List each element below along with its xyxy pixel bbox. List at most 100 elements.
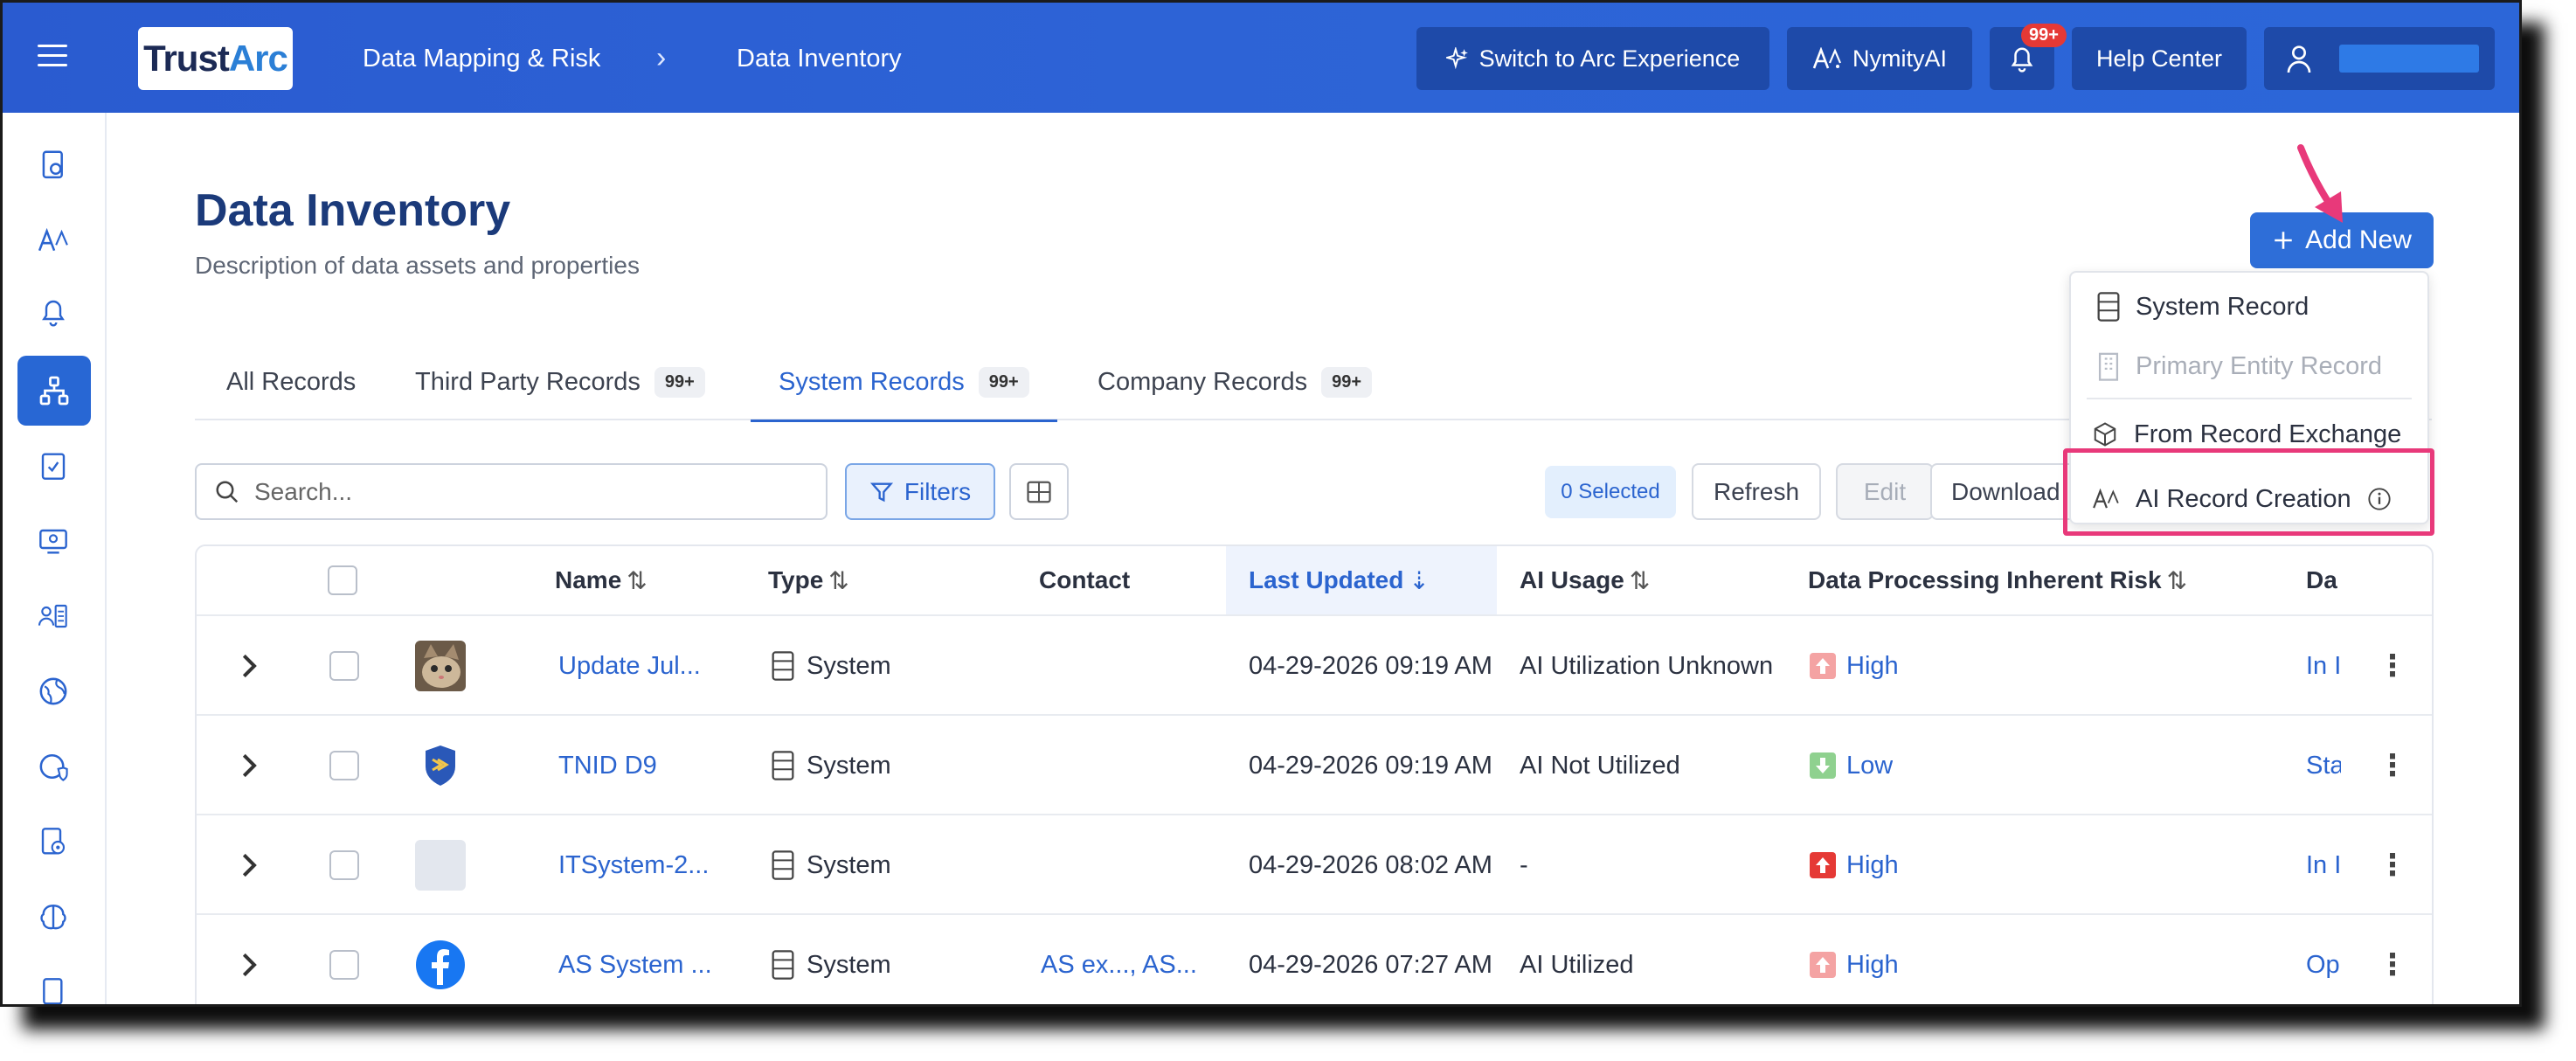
expand-chevron-icon[interactable] [240,616,260,716]
record-contact[interactable] [1041,616,1215,716]
tab-count-badge: 99+ [978,366,1029,398]
cube-icon [2094,422,2116,447]
search-box [195,463,828,520]
column-header-ai-usage[interactable]: AI Usage ⇅ [1520,546,1650,614]
menu-item-system-record[interactable]: System Record [2071,276,2427,337]
row-checkbox-cell [329,716,359,815]
dashboard-icon[interactable] [36,148,71,183]
page-subtitle: Description of data assets and propertie… [195,252,640,279]
building-icon [2098,352,2119,381]
column-header-label: Last Updated [1249,566,1404,593]
column-header-contact[interactable]: Contact [1039,546,1130,614]
globe-privacy-icon[interactable] [36,674,71,709]
filter-icon [869,482,893,502]
select-all-checkbox-cell [328,546,357,614]
column-header-last-updated[interactable]: Last Updated ⇣ [1226,546,1497,614]
row-actions-kebab-icon[interactable]: ⋮ [2378,616,2407,716]
record-name-link[interactable]: AS System ... [558,915,724,1004]
globe-shield-icon[interactable] [36,749,71,784]
tab-system-records[interactable]: System Records 99+ [751,343,1057,422]
tab-label: Company Records [1098,367,1308,396]
table-row[interactable]: AS System ... System AS ex..., AS... 04-… [197,913,2432,1004]
risk-low-icon [1810,752,1836,779]
record-contact[interactable]: AS ex..., AS... [1041,915,1215,1004]
record-type: System [772,915,891,1004]
user-profile-button[interactable] [2264,27,2495,90]
table-row[interactable]: Update Jul... System 04-29-2026 09:19 AM… [197,614,2432,714]
nymity-ai-icon [1812,47,1842,69]
record-contact[interactable] [1041,815,1215,915]
column-settings-button[interactable] [1009,463,1069,520]
data-mapping-icon[interactable] [17,356,91,426]
record-contact[interactable] [1041,716,1215,815]
tab-company-records[interactable]: Company Records 99+ [1098,343,1373,420]
row-actions-kebab-icon[interactable]: ⋮ [2378,716,2407,815]
search-icon [216,481,239,503]
record-name-link[interactable]: Update Jul... [558,616,724,716]
row-checkbox[interactable] [329,850,359,880]
record-avatar [415,716,466,815]
document-settings-icon[interactable] [36,824,71,859]
cat-photo-avatar [415,641,466,691]
nymity-ai-icon[interactable] [36,223,71,258]
column-header-status[interactable]: Da [2306,546,2337,614]
search-input[interactable] [254,477,779,506]
row-checkbox[interactable] [329,950,359,980]
row-actions-kebab-icon[interactable]: ⋮ [2378,815,2407,915]
highlight-box-annotation [2063,448,2434,536]
refresh-button[interactable]: Refresh [1692,463,1821,520]
record-name-link[interactable]: ITSystem-2... [558,815,724,915]
row-checkbox[interactable] [329,751,359,780]
select-all-checkbox[interactable] [328,565,357,595]
expand-chevron-icon[interactable] [240,915,260,1004]
expand-chevron-icon[interactable] [240,815,260,915]
tab-all-records[interactable]: All Records [226,343,356,420]
help-center-button[interactable]: Help Center [2072,27,2247,90]
risk-high-icon [1810,653,1836,679]
column-header-label: Name [555,566,622,593]
menu-item-label: System Record [2136,292,2309,321]
brain-icon[interactable] [36,899,71,934]
column-header-label: Da [2306,566,2337,593]
column-header-type[interactable]: Type ⇅ [768,546,849,614]
record-status: In I [2306,850,2341,879]
row-checkbox[interactable] [329,651,359,681]
edit-button[interactable]: Edit [1836,463,1934,520]
row-checkbox-cell [329,815,359,915]
filters-label: Filters [904,477,972,505]
column-header-risk[interactable]: Data Processing Inherent Risk ⇅ [1808,546,2187,614]
row-actions-kebab-icon[interactable]: ⋮ [2378,915,2407,1004]
placeholder-avatar [415,840,466,891]
nymityai-button[interactable]: NymityAI [1787,27,1972,90]
menu-item-label: Primary Entity Record [2136,351,2383,380]
table-row[interactable]: ITSystem-2... System 04-29-2026 08:02 AM… [197,814,2432,913]
menu-item-primary-entity-record[interactable]: Primary Entity Record [2071,336,2427,397]
trustarc-logo[interactable]: TrustArc [138,27,293,90]
record-ai-usage: - [1520,850,1528,879]
notifications-button[interactable]: 99+ [1990,24,2067,90]
table-row[interactable]: TNID D9 System 04-29-2026 09:19 AM AI No… [197,714,2432,814]
filters-button[interactable]: Filters [845,463,995,520]
record-name-link[interactable]: TNID D9 [558,716,724,815]
hamburger-menu-icon[interactable] [38,45,67,67]
record-avatar [415,815,466,915]
document-icon[interactable] [36,974,71,1004]
system-server-icon [772,950,794,980]
row-checkbox-cell [329,915,359,1004]
notifications-icon[interactable] [36,295,71,329]
sparkle-icon [1445,47,1468,70]
people-list-icon[interactable] [36,599,71,634]
breadcrumb-data-inventory: Data Inventory [737,45,902,73]
record-last-updated: 04-29-2026 07:27 AM [1249,950,1492,979]
breadcrumb-data-mapping[interactable]: Data Mapping & Risk [363,45,600,73]
selected-count-badge: 0 Selected [1545,466,1676,518]
tab-third-party-records[interactable]: Third Party Records 99+ [415,343,705,420]
monitor-icon[interactable] [36,524,71,558]
record-type-label: System [807,850,891,879]
user-icon [2287,45,2311,73]
top-navigation-bar: TrustArc Data Mapping & Risk › Data Inve… [3,3,2519,113]
column-header-name[interactable]: Name ⇅ [555,546,647,614]
switch-arc-experience-button[interactable]: Switch to Arc Experience [1416,27,1769,90]
assessments-icon[interactable] [36,448,71,483]
expand-chevron-icon[interactable] [240,716,260,815]
